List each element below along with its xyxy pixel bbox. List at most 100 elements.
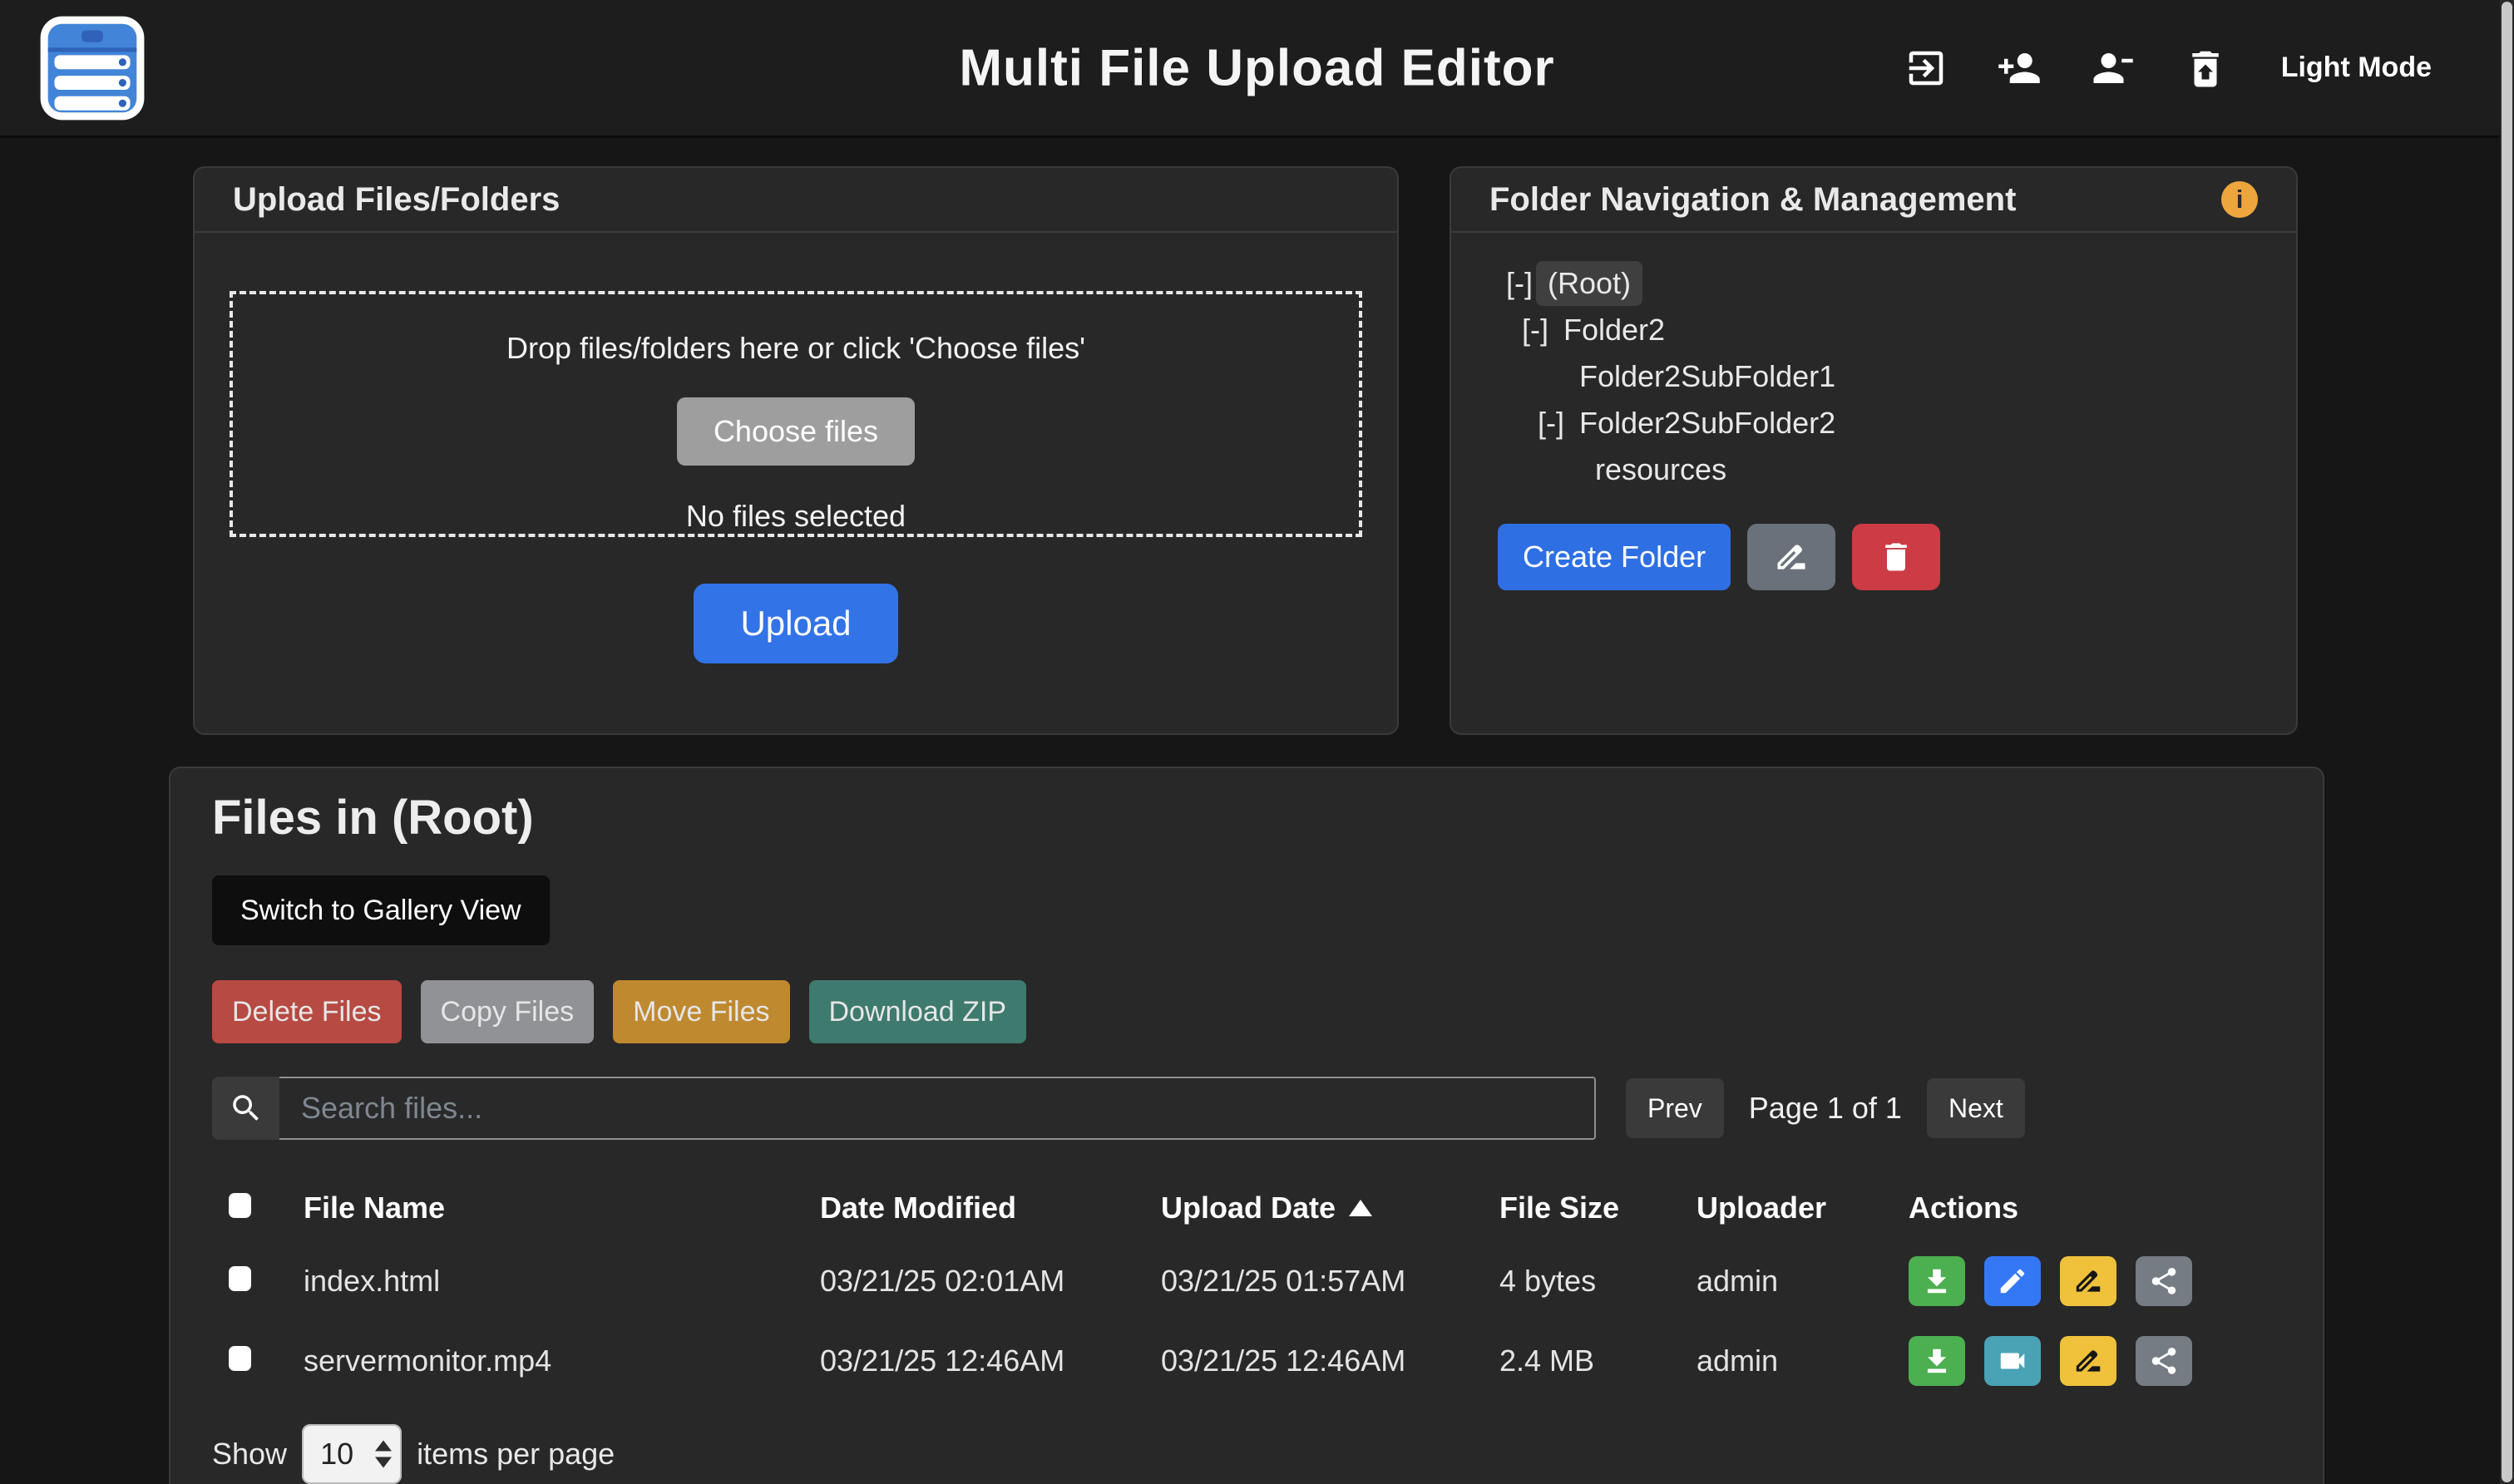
video-camera-icon (1997, 1345, 2028, 1377)
tree-item-label: Folder2SubFolder2 (1579, 406, 1835, 441)
rename-icon (2072, 1345, 2104, 1377)
tree-item-label: Folder2 (1563, 313, 1665, 348)
rename-file-button[interactable] (2060, 1256, 2116, 1306)
tree-item-label: (Root) (1536, 261, 1642, 306)
items-per-page-label: items per page (417, 1437, 615, 1472)
tree-item-folder2subfolder1[interactable]: Folder2SubFolder1 (1506, 353, 2296, 400)
tree-item-folder2[interactable]: [-] Folder2 (1506, 307, 2296, 353)
tree-item-label: resources (1595, 452, 1726, 487)
add-user-button[interactable] (1997, 46, 2042, 91)
server-logo-icon (38, 14, 146, 122)
trash-icon (1878, 539, 1914, 575)
folder-actions: Create Folder (1498, 524, 2296, 590)
column-header-upload-date[interactable]: Upload Date (1161, 1191, 1499, 1225)
file-size-cell: 4 bytes (1499, 1264, 1697, 1299)
file-dropzone[interactable]: Drop files/folders here or click 'Choose… (230, 291, 1362, 537)
delete-files-button[interactable]: Delete Files (212, 980, 402, 1043)
scrollbar-thumb[interactable] (2502, 2, 2512, 1482)
bulk-actions-row: Delete Files Copy Files Move Files Downl… (212, 980, 2281, 1043)
search-icon (229, 1091, 264, 1126)
table-header-row: File Name Date Modified Upload Date File… (212, 1175, 2281, 1241)
search-row: Prev Page 1 of 1 Next (212, 1077, 2281, 1140)
show-label: Show (212, 1437, 287, 1472)
remove-user-button[interactable] (2090, 46, 2135, 91)
login-icon (1904, 46, 1948, 91)
next-page-button[interactable]: Next (1927, 1078, 2025, 1138)
trash-restore-icon (2183, 46, 2228, 91)
tree-item-root[interactable]: [-] (Root) (1506, 260, 2296, 307)
collapse-toggle[interactable]: [-] (1538, 406, 1579, 441)
prev-page-button[interactable]: Prev (1626, 1078, 1724, 1138)
folder-panel-header: Folder Navigation & Management i (1451, 168, 2296, 233)
remove-user-icon (2090, 46, 2135, 91)
upload-panel-header: Upload Files/Folders (195, 168, 1397, 233)
download-file-button[interactable] (1909, 1256, 1965, 1306)
no-files-text: No files selected (686, 499, 906, 534)
upload-button-row: Upload (195, 537, 1397, 663)
items-per-page-value: 10 (320, 1437, 353, 1472)
folder-panel: Folder Navigation & Management i [-] (Ro… (1450, 166, 2298, 735)
edit-pencil-icon (1773, 539, 1810, 575)
upload-panel: Upload Files/Folders Drop files/folders … (193, 166, 1399, 735)
share-icon (2148, 1265, 2180, 1297)
column-header-actions: Actions (1909, 1191, 2281, 1225)
choose-files-button[interactable]: Choose files (677, 397, 915, 466)
column-header-file-size[interactable]: File Size (1499, 1191, 1697, 1225)
rename-icon (2072, 1265, 2104, 1297)
upload-panel-title: Upload Files/Folders (233, 181, 560, 219)
table-row: index.html 03/21/25 02:01AM 03/21/25 01:… (212, 1241, 2281, 1321)
upload-date-cell: 03/21/25 01:57AM (1161, 1264, 1499, 1299)
page-indicator: Page 1 of 1 (1749, 1091, 1902, 1126)
upload-date-cell: 03/21/25 12:46AM (1161, 1343, 1499, 1378)
column-header-file-name[interactable]: File Name (304, 1191, 820, 1225)
app-page: Multi File Upload Editor Light Mode Uplo… (0, 0, 2514, 1484)
edit-file-button[interactable] (1984, 1256, 2041, 1306)
page-title: Multi File Upload Editor (959, 38, 1554, 97)
row-checkbox[interactable] (229, 1266, 251, 1291)
page-scrollbar (2500, 0, 2514, 1484)
date-modified-cell: 03/21/25 02:01AM (820, 1264, 1161, 1299)
share-icon (2148, 1345, 2180, 1377)
row-checkbox[interactable] (229, 1346, 251, 1371)
delete-folder-button[interactable] (1852, 524, 1940, 590)
pencil-icon (1997, 1265, 2028, 1297)
column-header-uploader[interactable]: Uploader (1697, 1191, 1909, 1225)
table-row: servermonitor.mp4 03/21/25 12:46AM 03/21… (212, 1321, 2281, 1401)
share-file-button[interactable] (2136, 1336, 2192, 1386)
rename-folder-button[interactable] (1747, 524, 1835, 590)
download-icon (1921, 1345, 1953, 1377)
date-modified-cell: 03/21/25 12:46AM (820, 1343, 1161, 1378)
trash-restore-button[interactable] (2183, 46, 2228, 91)
download-icon (1921, 1265, 1953, 1297)
info-icon[interactable]: i (2221, 181, 2258, 218)
app-header: Multi File Upload Editor Light Mode (0, 0, 2514, 138)
login-button[interactable] (1904, 46, 1948, 91)
tree-item-folder2subfolder2[interactable]: [-] Folder2SubFolder2 (1506, 400, 2296, 446)
column-header-date-modified[interactable]: Date Modified (820, 1191, 1161, 1225)
copy-files-button[interactable]: Copy Files (421, 980, 595, 1043)
tree-item-label: Folder2SubFolder1 (1579, 359, 1835, 394)
collapse-toggle[interactable]: [-] (1522, 313, 1563, 348)
file-size-cell: 2.4 MB (1499, 1343, 1697, 1378)
share-file-button[interactable] (2136, 1256, 2192, 1306)
actions-cell (1909, 1336, 2281, 1386)
sort-ascending-icon (1349, 1200, 1372, 1216)
download-file-button[interactable] (1909, 1336, 1965, 1386)
file-name-cell: index.html (304, 1264, 820, 1299)
move-files-button[interactable]: Move Files (613, 980, 789, 1043)
tree-item-resources[interactable]: resources (1506, 446, 2296, 493)
rename-file-button[interactable] (2060, 1336, 2116, 1386)
items-per-page-select[interactable]: 10 (302, 1424, 402, 1484)
upload-button[interactable]: Upload (694, 584, 897, 663)
select-all-checkbox[interactable] (229, 1193, 251, 1218)
theme-toggle-button[interactable]: Light Mode (2276, 51, 2437, 85)
spinner-arrows-icon[interactable] (375, 1441, 392, 1468)
create-folder-button[interactable]: Create Folder (1498, 524, 1731, 590)
switch-gallery-view-button[interactable]: Switch to Gallery View (212, 875, 550, 945)
add-user-icon (1997, 46, 2042, 91)
search-input[interactable] (279, 1077, 1596, 1140)
folder-panel-title: Folder Navigation & Management (1489, 181, 2016, 219)
actions-cell (1909, 1256, 2281, 1306)
download-zip-button[interactable]: Download ZIP (809, 980, 1027, 1043)
play-video-button[interactable] (1984, 1336, 2041, 1386)
